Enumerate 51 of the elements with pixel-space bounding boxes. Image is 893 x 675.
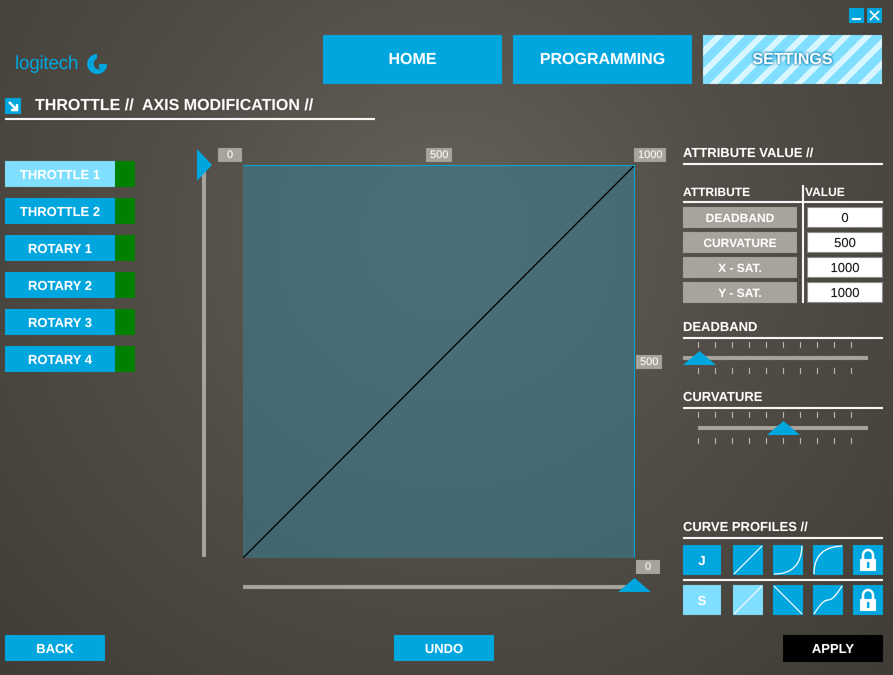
slider[interactable] — [698, 421, 868, 435]
attribute-label: X - SAT. — [683, 257, 797, 278]
lock-icon[interactable] — [853, 545, 883, 575]
attribute-label: DEADBAND — [683, 207, 797, 228]
nav-tab[interactable]: PROGRAMMING — [513, 35, 692, 84]
value-field[interactable]: 500 — [807, 232, 883, 253]
curve-profile-icon[interactable] — [813, 545, 843, 575]
value-field[interactable]: 0 — [807, 207, 883, 228]
slider-heading: DEADBAND — [683, 319, 883, 339]
apply-button[interactable]: APPLY — [783, 635, 883, 662]
page-title: THROTTLE // AXIS MODIFICATION // — [35, 96, 314, 114]
profile-button[interactable]: J — [683, 545, 721, 575]
attribute-label: CURVATURE — [683, 232, 797, 253]
axis-button[interactable]: THROTTLE 1 — [5, 161, 115, 187]
slider-thumb[interactable] — [683, 351, 716, 365]
logo-wordmark: logitech — [15, 52, 78, 74]
axis-button[interactable]: THROTTLE 2 — [5, 198, 115, 224]
axis-label: 0 — [636, 560, 660, 574]
profile-button[interactable]: S — [683, 585, 721, 615]
slider-heading: CURVATURE — [683, 389, 883, 409]
curve-profile-icon[interactable] — [773, 545, 803, 575]
close-icon[interactable] — [867, 8, 882, 23]
lock-icon[interactable] — [853, 585, 883, 615]
axis-button[interactable]: ROTARY 4 — [5, 346, 115, 372]
y-slider-thumb[interactable] — [197, 149, 212, 181]
axis-label: 500 — [426, 148, 452, 162]
axis-button[interactable]: ROTARY 2 — [5, 272, 115, 298]
slider-thumb[interactable] — [766, 421, 800, 435]
curve-profile-icon[interactable] — [813, 585, 843, 615]
value-field[interactable]: 1000 — [807, 282, 883, 303]
column-header: VALUE — [805, 185, 845, 199]
minimize-icon[interactable] — [849, 8, 864, 23]
axis-label: 1000 — [634, 148, 666, 162]
column-header: ATTRIBUTE — [683, 185, 752, 199]
section-heading: ATTRIBUTE VALUE // — [683, 145, 883, 165]
axis-label: 0 — [218, 148, 242, 162]
curve-profile-icon[interactable] — [773, 585, 803, 615]
back-button[interactable]: BACK — [5, 635, 105, 661]
attribute-label: Y - SAT. — [683, 282, 797, 303]
nav-tab[interactable]: HOME — [323, 35, 502, 84]
slider[interactable] — [683, 351, 868, 365]
x-slider-thumb[interactable] — [618, 578, 651, 592]
axis-button[interactable]: ROTARY 3 — [5, 309, 115, 335]
axis-label: 500 — [636, 355, 662, 369]
axis-button[interactable]: ROTARY 1 — [5, 235, 115, 261]
section-heading: CURVE PROFILES // — [683, 519, 883, 539]
curve-profile-icon[interactable] — [733, 545, 763, 575]
curve-profile-icon[interactable] — [733, 585, 763, 615]
arrow-icon — [5, 98, 21, 114]
value-field[interactable]: 1000 — [807, 257, 883, 278]
undo-button[interactable]: UNDO — [394, 635, 494, 661]
